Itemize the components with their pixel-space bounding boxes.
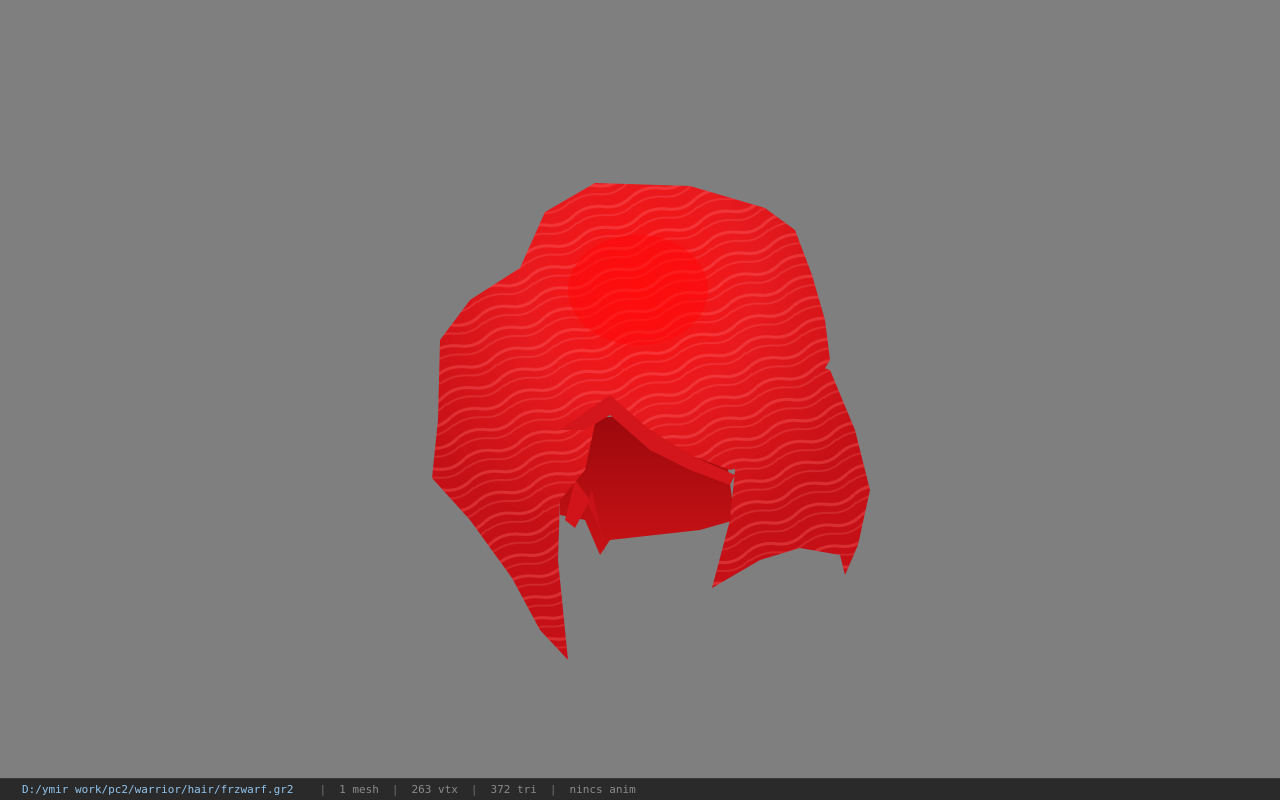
hair-highlight — [568, 235, 708, 345]
file-path: D:/ymir work/pc2/warrior/hair/frzwarf.gr… — [22, 783, 294, 796]
status-separator: | — [391, 783, 399, 796]
viewport-canvas[interactable] — [0, 0, 1280, 778]
status-bar: D:/ymir work/pc2/warrior/hair/frzwarf.gr… — [0, 778, 1280, 800]
status-separator: | — [470, 783, 478, 796]
mesh-count: 1 mesh — [339, 783, 379, 796]
vertex-count: 263 vtx — [411, 783, 458, 796]
triangle-count: 372 tri — [490, 783, 537, 796]
status-separator: | — [549, 783, 557, 796]
status-separator: | — [319, 783, 327, 796]
animation-status: nincs anim — [569, 783, 636, 796]
3d-viewport[interactable] — [0, 0, 1280, 778]
hair-mesh[interactable] — [432, 183, 870, 660]
